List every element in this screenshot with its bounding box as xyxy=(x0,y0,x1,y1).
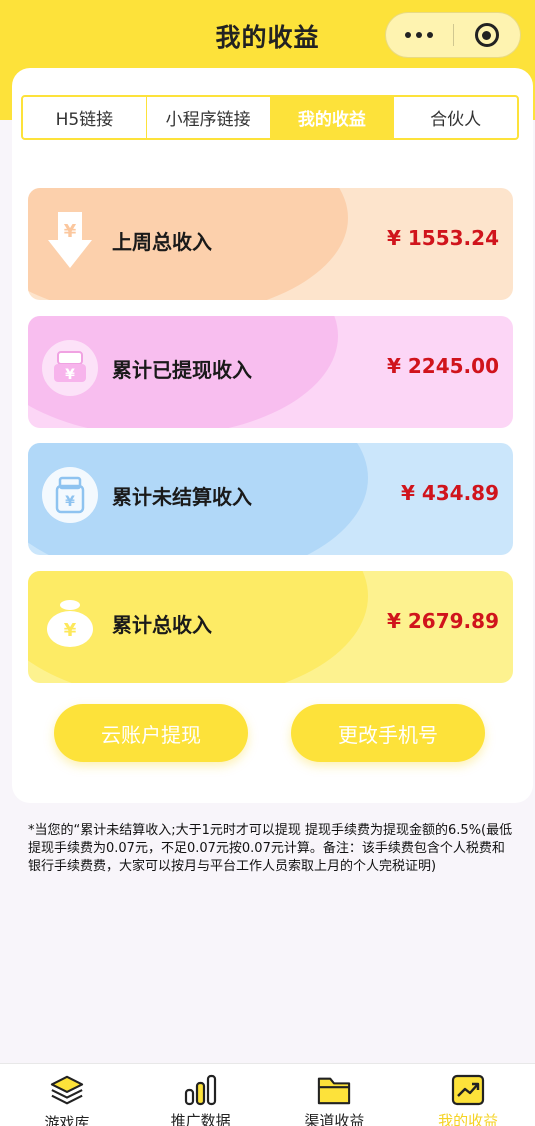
download-yen-icon: ¥ xyxy=(42,212,98,268)
tab-mini-program-link[interactable]: 小程序链接 xyxy=(147,97,271,138)
svg-text:¥: ¥ xyxy=(64,620,77,641)
target-close-icon xyxy=(474,23,499,47)
tabbar-item-game-library[interactable]: 游戏库 xyxy=(0,1064,134,1126)
tabbar-label: 我的收益 xyxy=(438,1112,499,1126)
tabbar-item-channel-earnings[interactable]: 渠道收益 xyxy=(268,1064,402,1126)
bottom-tab-bar: 游戏库 推广数据 渠道收益 我的收益 xyxy=(0,1063,535,1126)
svg-text:¥: ¥ xyxy=(65,367,75,383)
close-mini-program-button[interactable] xyxy=(454,13,521,57)
card-label: 累计总收入 xyxy=(112,613,212,637)
change-phone-button[interactable]: 更改手机号 xyxy=(291,704,485,762)
more-dots-icon xyxy=(405,32,412,38)
tabbar-label: 渠道收益 xyxy=(304,1112,365,1126)
svg-text:¥: ¥ xyxy=(65,494,75,510)
stack-icon xyxy=(50,1074,84,1108)
content-panel xyxy=(12,68,533,803)
card-amount: ¥ 2679.89 xyxy=(387,609,499,633)
folder-icon xyxy=(317,1074,351,1106)
card-label: 累计已提现收入 xyxy=(112,358,252,382)
withdraw-fee-note: *当您的“累计未结算收入;大于1元时才可以提现 提现手续费为提现金额的6.5%(… xyxy=(28,823,513,874)
tabbar-label: 游戏库 xyxy=(44,1114,90,1126)
earning-card-withdrawn: ¥ 累计已提现收入 ¥ 2245.00 xyxy=(28,316,513,428)
svg-text:¥: ¥ xyxy=(64,221,77,242)
segment-tabs: H5链接 小程序链接 我的收益 合伙人 xyxy=(21,95,519,140)
wallet-icon: ¥ xyxy=(42,467,98,523)
cash-register-icon: ¥ xyxy=(42,340,98,396)
card-amount: ¥ 2245.00 xyxy=(387,354,499,378)
card-label: 累计未结算收入 xyxy=(112,485,252,509)
earning-card-total: ¥ 累计总收入 ¥ 2679.89 xyxy=(28,571,513,683)
card-amount: ¥ 434.89 xyxy=(400,481,499,505)
card-label: 上周总收入 xyxy=(112,230,212,254)
tab-h5-link[interactable]: H5链接 xyxy=(23,97,147,138)
tabbar-item-promo-data[interactable]: 推广数据 xyxy=(134,1064,268,1126)
tab-partner[interactable]: 合伙人 xyxy=(394,97,517,138)
trend-up-icon xyxy=(451,1074,485,1106)
earning-card-unsettled: ¥ 累计未结算收入 ¥ 434.89 xyxy=(28,443,513,555)
money-bag-icon: ¥ xyxy=(42,595,98,651)
more-options-button[interactable] xyxy=(386,13,453,57)
tabbar-label: 推广数据 xyxy=(170,1112,231,1126)
tab-my-earnings[interactable]: 我的收益 xyxy=(270,97,395,138)
bar-chart-icon xyxy=(184,1074,218,1106)
card-amount: ¥ 1553.24 xyxy=(387,226,499,250)
earning-card-last-week: ¥ 上周总收入 ¥ 1553.24 xyxy=(28,188,513,300)
tabbar-item-my-earnings[interactable]: 我的收益 xyxy=(401,1064,535,1126)
mini-program-capsule xyxy=(385,12,521,58)
cloud-account-withdraw-button[interactable]: 云账户提现 xyxy=(54,704,248,762)
